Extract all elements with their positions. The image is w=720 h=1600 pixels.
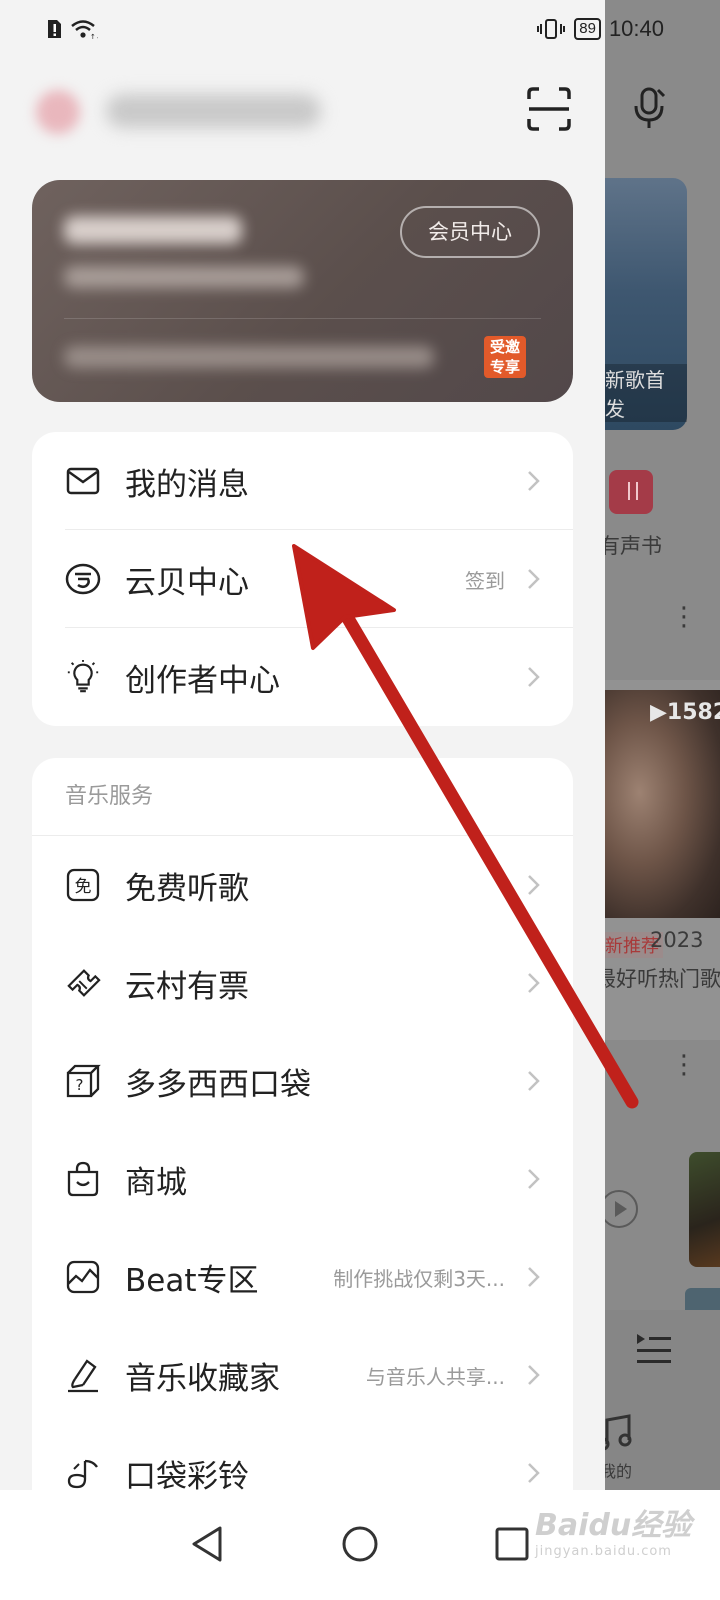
mail-icon — [65, 463, 101, 499]
voice-search-icon[interactable] — [632, 86, 668, 130]
menu-item-music-collector[interactable]: 音乐收藏家 与音乐人共享... — [32, 1326, 573, 1424]
account-menu-card: 我的消息 云贝中心 签到 创作者中心 — [32, 432, 573, 726]
check-in-label[interactable]: 签到 — [465, 565, 505, 594]
section-title: 音乐服务 — [32, 758, 573, 836]
recent-apps-icon[interactable] — [490, 1522, 534, 1566]
cloud-coin-icon — [65, 561, 101, 597]
music-note-icon[interactable] — [605, 1410, 637, 1454]
play-count: ▶1582 — [650, 700, 720, 725]
chevron-right-icon — [528, 471, 540, 491]
menu-item-label: Beat专区 — [125, 1262, 259, 1299]
invite-exclusive-badge: 受邀 专享 — [484, 336, 526, 378]
chevron-right-icon — [528, 1463, 540, 1483]
pocket-box-icon: ? — [65, 1063, 101, 1099]
svg-text:↑↓: ↑↓ — [90, 33, 98, 40]
vip-title — [64, 216, 242, 244]
menu-item-beat-zone[interactable]: Beat专区 制作挑战仅剩3天... — [32, 1228, 573, 1326]
chevron-right-icon — [528, 1267, 540, 1287]
audiobook-label: 有声书 — [605, 534, 662, 558]
battery-level: 89 — [574, 18, 601, 40]
banner-caption: 新歌首发 — [605, 364, 687, 422]
album-cover[interactable] — [689, 1152, 720, 1267]
play-icon[interactable] — [605, 1190, 638, 1228]
menu-item-tickets[interactable]: 云村有票 — [32, 934, 573, 1032]
beat-icon — [65, 1259, 101, 1295]
chevron-right-icon — [528, 1365, 540, 1385]
home-icon[interactable] — [338, 1522, 382, 1566]
vip-card[interactable]: 会员中心 受邀 专享 — [32, 180, 573, 402]
alert-sim-icon — [48, 20, 61, 38]
wifi-icon: ↑↓ — [71, 20, 98, 40]
menu-item-free-listening[interactable]: 免 免费听歌 — [32, 836, 573, 934]
menu-item-cloud-coin[interactable]: 云贝中心 签到 — [32, 530, 573, 628]
music-services-card: 音乐服务 免 免费听歌 云村有票 ? 多多西西口袋 商城 Beat专区 制作挑战… — [32, 758, 573, 1525]
nav-label-mine[interactable]: 我的 — [605, 1458, 632, 1482]
vibrate-icon — [537, 19, 566, 39]
year-text: 2023 — [650, 928, 704, 952]
vip-subtitle — [64, 266, 304, 288]
svg-text:免: 免 — [75, 877, 92, 897]
new-songs-banner[interactable]: 新歌首发 — [605, 178, 687, 430]
back-icon[interactable] — [186, 1522, 230, 1566]
song-title: 最好听热门歌 — [605, 967, 720, 991]
status-bar: ↑↓ 89 10:40 — [0, 0, 720, 128]
menu-item-extra: 制作挑战仅剩3天... — [333, 1266, 505, 1291]
menu-item-label: 云贝中心 — [125, 564, 249, 601]
more-icon[interactable]: ⋮ — [671, 604, 697, 630]
menu-item-label: 音乐收藏家 — [125, 1360, 280, 1397]
more-icon[interactable]: ⋮ — [671, 1052, 697, 1078]
watermark-brand: Baidu经验 — [535, 1508, 692, 1543]
audiobook-icon[interactable] — [609, 470, 653, 514]
vip-promo-text[interactable] — [64, 346, 434, 368]
menu-item-pocket[interactable]: ? 多多西西口袋 — [32, 1032, 573, 1130]
scan-icon[interactable] — [526, 86, 572, 132]
menu-item-label: 我的消息 — [125, 466, 249, 503]
menu-item-label: 商城 — [125, 1164, 187, 1201]
menu-item-mall[interactable]: 商城 — [32, 1130, 573, 1228]
chevron-right-icon — [528, 667, 540, 687]
menu-item-label: 免费听歌 — [125, 870, 249, 907]
menu-item-creator-center[interactable]: 创作者中心 — [32, 628, 573, 726]
profile-row[interactable] — [36, 78, 576, 142]
lightbulb-icon — [65, 659, 101, 695]
shopping-bag-icon — [65, 1161, 101, 1197]
chevron-right-icon — [528, 1169, 540, 1189]
clock: 10:40 — [608, 16, 664, 41]
menu-item-label: 创作者中心 — [125, 662, 280, 699]
avatar[interactable] — [36, 90, 80, 134]
svg-text:?: ? — [76, 1076, 84, 1094]
watermark: Baidu经验 jingyan.baidu.com — [535, 1500, 691, 1559]
vip-center-button[interactable]: 会员中心 — [400, 206, 540, 258]
chevron-right-icon — [528, 569, 540, 589]
side-drawer: 会员中心 受邀 专享 我的消息 云贝中心 签到 创作者中心 音乐服务 免 免费听… — [0, 0, 605, 1525]
username[interactable] — [106, 94, 321, 128]
playlist-icon[interactable] — [633, 1330, 673, 1366]
menu-item-label: 口袋彩铃 — [125, 1458, 249, 1495]
free-icon: 免 — [65, 867, 101, 903]
ringtone-icon — [65, 1455, 101, 1491]
ticket-icon — [65, 965, 101, 1001]
chevron-right-icon — [528, 875, 540, 895]
menu-item-extra: 与音乐人共享... — [365, 1364, 505, 1389]
collector-icon — [65, 1357, 101, 1393]
background-app: 新歌首发 有声书 ⋮ ▶1582 新推荐 2023 最好听热门歌 ⋮ 我的 — [605, 0, 720, 1600]
watermark-url: jingyan.baidu.com — [535, 1544, 672, 1559]
chevron-right-icon — [528, 973, 540, 993]
chevron-right-icon — [528, 1071, 540, 1091]
menu-item-label: 云村有票 — [125, 968, 249, 1005]
menu-item-label: 多多西西口袋 — [125, 1066, 311, 1103]
menu-item-messages[interactable]: 我的消息 — [32, 432, 573, 530]
